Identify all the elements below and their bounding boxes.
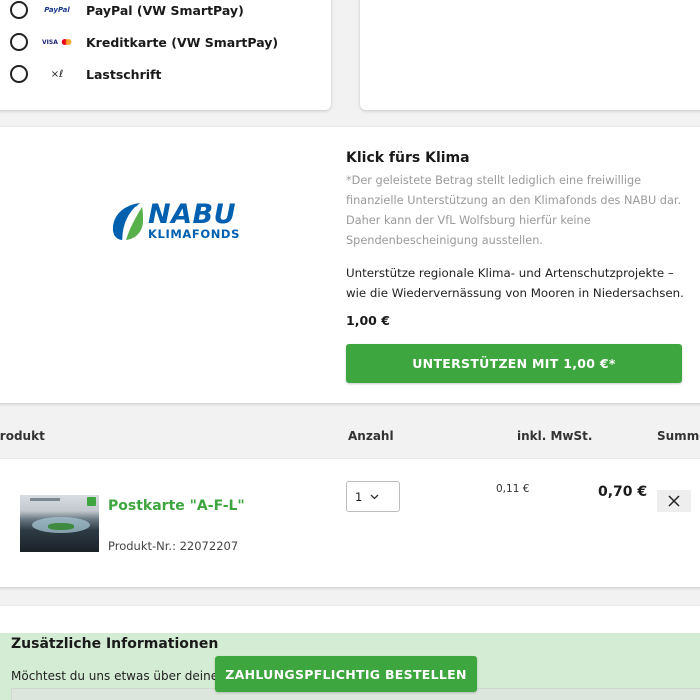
place-order-button[interactable]: ZAHLUNGSPFLICHTIG BESTELLEN bbox=[215, 656, 477, 692]
klima-title: Klick fürs Klima bbox=[346, 150, 470, 166]
header-sum: Summe bbox=[657, 429, 700, 443]
klimafonds-logo-text: KLIMAFONDS bbox=[148, 227, 240, 241]
mastercard-icon bbox=[61, 39, 72, 45]
payment-option-lastschrift[interactable]: ×ℓ Lastschrift bbox=[10, 62, 161, 86]
payment-option-paypal[interactable]: PayPal PayPal (VW SmartPay) bbox=[10, 0, 244, 22]
product-number: Produkt-Nr.: 22072207 bbox=[108, 539, 239, 553]
header-quantity: Anzahl bbox=[348, 429, 394, 443]
payment-methods-card: PayPal PayPal (VW SmartPay) VISA Kreditk… bbox=[0, 0, 331, 110]
klima-description: Unterstütze regionale Klima- und Artensc… bbox=[346, 266, 684, 300]
klima-donation-card: NABU KLIMAFONDS Klick fürs Klima *Der ge… bbox=[0, 127, 700, 403]
radio-lastschrift[interactable] bbox=[10, 65, 28, 83]
support-button[interactable]: UNTERSTÜTZEN MIT 1,00 €* bbox=[346, 344, 682, 383]
klima-disclaimer: *Der geleistete Betrag stellt lediglich … bbox=[346, 174, 682, 247]
chevron-down-icon bbox=[370, 494, 379, 499]
header-product: Produkt bbox=[0, 429, 45, 443]
header-vat: inkl. MwSt. bbox=[517, 429, 593, 443]
quantity-select[interactable]: 1 bbox=[346, 481, 400, 512]
radio-creditcard[interactable] bbox=[10, 33, 28, 51]
extra-info-question: Möchtest du uns etwas über deine Bestell… bbox=[11, 669, 221, 683]
product-price: 0,70 € bbox=[598, 484, 648, 500]
visa-logo-text: VISA bbox=[42, 38, 58, 46]
payment-option-creditcard[interactable]: VISA Kreditkarte (VW SmartPay) bbox=[10, 30, 278, 54]
close-icon bbox=[668, 495, 680, 507]
payment-option-label: PayPal (VW SmartPay) bbox=[86, 2, 244, 18]
extra-info-title: Zusätzliche Informationen bbox=[11, 636, 219, 652]
cart-item-row: Postkarte "A-F-L" Produkt-Nr.: 22072207 … bbox=[0, 459, 700, 587]
remove-item-button[interactable] bbox=[657, 490, 691, 512]
summary-card bbox=[360, 0, 700, 110]
paypal-logo-text: PayPal bbox=[44, 6, 70, 14]
nabu-klimafonds-logo: NABU KLIMAFONDS bbox=[110, 201, 240, 241]
product-thumbnail[interactable] bbox=[20, 495, 99, 552]
paypal-logo-icon: PayPal bbox=[42, 6, 72, 14]
product-vat: 0,11 € bbox=[496, 483, 530, 495]
quantity-value: 1 bbox=[355, 489, 363, 504]
signature-icon: ×ℓ bbox=[42, 69, 72, 80]
payment-option-label: Lastschrift bbox=[86, 66, 162, 82]
radio-paypal[interactable] bbox=[10, 1, 28, 19]
product-name-link[interactable]: Postkarte "A-F-L" bbox=[108, 498, 245, 514]
payment-option-label: Kreditkarte (VW SmartPay) bbox=[86, 34, 279, 50]
klima-amount: 1,00 € bbox=[346, 313, 390, 328]
nabu-logo-text: NABU bbox=[148, 199, 236, 230]
nabu-leaf-icon bbox=[112, 203, 143, 241]
signature-logo-text: ×ℓ bbox=[50, 68, 64, 80]
visa-mastercard-logo-icon: VISA bbox=[42, 38, 72, 46]
